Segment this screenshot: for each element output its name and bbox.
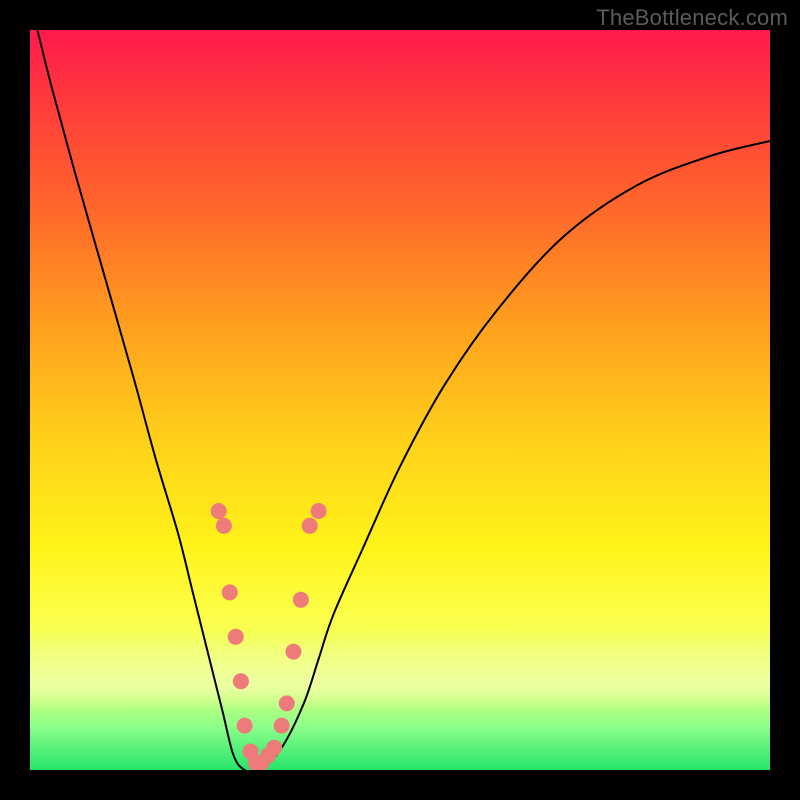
benchmark-dot (279, 695, 295, 711)
benchmark-dot (233, 673, 249, 689)
benchmark-dot (302, 518, 318, 534)
bottleneck-curve (37, 30, 770, 770)
chart-svg (30, 30, 770, 770)
benchmark-dot (274, 718, 290, 734)
benchmark-dot (222, 584, 238, 600)
watermark-text: TheBottleneck.com (596, 5, 788, 31)
benchmark-dot (237, 718, 253, 734)
benchmark-dot (266, 740, 282, 756)
benchmark-dot (216, 518, 232, 534)
benchmark-dot (285, 644, 301, 660)
benchmark-dot (293, 592, 309, 608)
chart-container: TheBottleneck.com (0, 0, 800, 800)
benchmark-dot (311, 503, 327, 519)
benchmark-dot (228, 629, 244, 645)
benchmark-dot (211, 503, 227, 519)
